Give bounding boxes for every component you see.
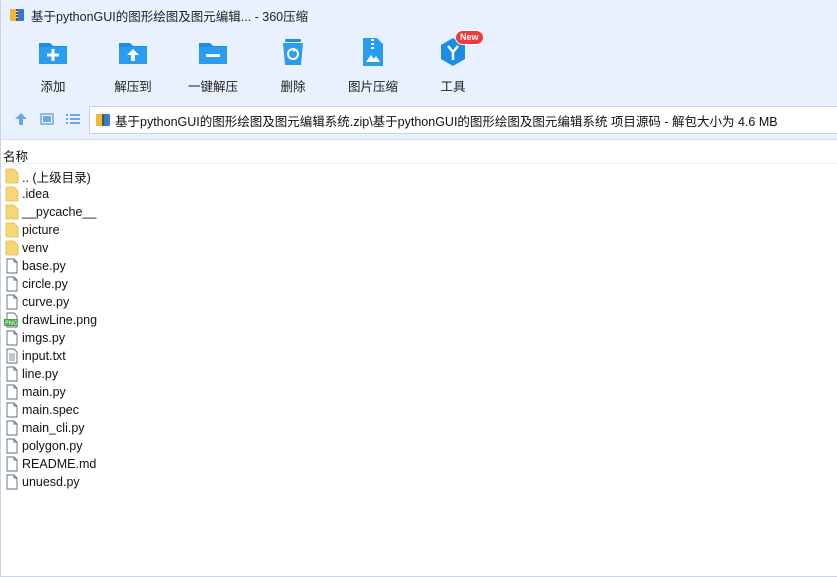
extract-to-button[interactable]: 解压到 xyxy=(93,36,173,96)
archive-icon xyxy=(96,114,110,126)
extract-to-icon xyxy=(119,43,147,64)
file-name: line.py xyxy=(22,367,59,381)
thumbnail-view-icon[interactable] xyxy=(39,111,55,127)
file-name: base.py xyxy=(22,259,66,273)
app-window: 基于pythonGUI的图形绘图及图元编辑... - 360压缩 添加 解压到 xyxy=(0,0,837,577)
title-bar: 基于pythonGUI的图形绘图及图元编辑... - 360压缩 xyxy=(1,0,837,30)
file-row[interactable]: polygon.py xyxy=(1,437,837,455)
file-icon xyxy=(4,366,20,382)
tools-button[interactable]: New 工具 xyxy=(413,30,493,96)
file-icon xyxy=(4,402,20,418)
file-name: polygon.py xyxy=(22,439,83,453)
folder-row[interactable]: .. (上级目录) xyxy=(1,167,837,185)
text-file-icon xyxy=(4,348,20,364)
file-icon xyxy=(4,384,20,400)
add-button[interactable]: 添加 xyxy=(13,36,93,96)
file-icon xyxy=(4,474,20,490)
file-row[interactable]: PNG drawLine.png xyxy=(1,311,837,329)
up-arrow-icon[interactable] xyxy=(13,111,29,127)
image-compress-label: 图片压缩 xyxy=(347,80,398,94)
toolbar: 添加 解压到 一键解压 删除 图片压缩 New 工具 xyxy=(1,30,837,100)
folder-row[interactable]: __pycache__ xyxy=(1,203,837,221)
file-row[interactable]: main.spec xyxy=(1,401,837,419)
file-row[interactable]: main_cli.py xyxy=(1,419,837,437)
file-name: __pycache__ xyxy=(22,205,97,219)
file-name: input.txt xyxy=(22,349,66,363)
file-row[interactable]: curve.py xyxy=(1,293,837,311)
address-bar[interactable]: 基于pythonGUI的图形绘图及图元编辑系统.zip\基于pythonGUI的… xyxy=(89,106,837,134)
file-name: curve.py xyxy=(22,295,70,309)
folder-icon xyxy=(4,240,20,256)
file-name: venv xyxy=(22,241,49,255)
file-name: main_cli.py xyxy=(22,421,85,435)
file-icon xyxy=(4,258,20,274)
file-icon xyxy=(4,276,20,292)
file-icon xyxy=(4,438,20,454)
file-name: main.py xyxy=(22,385,66,399)
file-icon xyxy=(4,294,20,310)
one-click-extract-button[interactable]: 一键解压 xyxy=(173,36,253,96)
file-name: .idea xyxy=(22,187,50,201)
file-name: imgs.py xyxy=(22,331,66,345)
archive-app-icon xyxy=(10,9,24,21)
address-row: 基于pythonGUI的图形绘图及图元编辑系统.zip\基于pythonGUI的… xyxy=(1,100,837,140)
file-row[interactable]: main.py xyxy=(1,383,837,401)
list-view-icon[interactable] xyxy=(65,111,81,127)
address-path: 基于pythonGUI的图形绘图及图元编辑系统.zip\基于pythonGUI的… xyxy=(115,114,778,129)
image-compress-icon xyxy=(363,38,383,66)
one-click-extract-icon xyxy=(199,43,227,64)
file-icon xyxy=(4,330,20,346)
file-name: README.md xyxy=(22,457,97,471)
file-name: main.spec xyxy=(22,403,79,417)
folder-icon xyxy=(4,168,20,184)
file-icon xyxy=(4,456,20,472)
column-name-header[interactable]: 名称 xyxy=(3,146,28,165)
extract-to-label: 解压到 xyxy=(114,80,152,94)
new-badge: New xyxy=(455,30,484,45)
tools-icon-wrap: New xyxy=(437,30,484,68)
file-row[interactable]: imgs.py xyxy=(1,329,837,347)
folder-icon xyxy=(4,222,20,238)
file-row[interactable]: unuesd.py xyxy=(1,473,837,491)
svg-text:PNG: PNG xyxy=(5,320,18,327)
tools-label: 工具 xyxy=(440,80,466,94)
folder-row[interactable]: .idea xyxy=(1,185,837,203)
image-compress-button[interactable]: 图片压缩 xyxy=(333,36,413,96)
file-name: circle.py xyxy=(22,277,68,291)
file-row[interactable]: circle.py xyxy=(1,275,837,293)
file-name: .. (上级目录) xyxy=(22,170,91,185)
window-title: 基于pythonGUI的图形绘图及图元编辑... - 360压缩 xyxy=(31,9,309,24)
add-label: 添加 xyxy=(40,80,66,94)
file-name: unuesd.py xyxy=(22,475,80,489)
folder-row[interactable]: picture xyxy=(1,221,837,239)
folder-icon xyxy=(4,186,20,202)
column-header: 名称 xyxy=(1,142,837,164)
file-row[interactable]: input.txt xyxy=(1,347,837,365)
add-icon xyxy=(39,43,67,64)
folder-icon xyxy=(4,204,20,220)
one-click-extract-label: 一键解压 xyxy=(187,80,238,94)
image-file-icon: PNG xyxy=(4,312,20,328)
delete-button[interactable]: 删除 xyxy=(253,36,333,96)
file-name: picture xyxy=(22,223,60,237)
file-row[interactable]: base.py xyxy=(1,257,837,275)
folder-row[interactable]: venv xyxy=(1,239,837,257)
file-list: .. (上级目录) .idea __pycache__picture venv base… xyxy=(1,167,837,491)
delete-icon xyxy=(283,39,303,65)
file-icon xyxy=(4,420,20,436)
file-name: drawLine.png xyxy=(22,313,98,327)
delete-label: 删除 xyxy=(280,80,306,94)
file-row[interactable]: line.py xyxy=(1,365,837,383)
file-row[interactable]: README.md xyxy=(1,455,837,473)
